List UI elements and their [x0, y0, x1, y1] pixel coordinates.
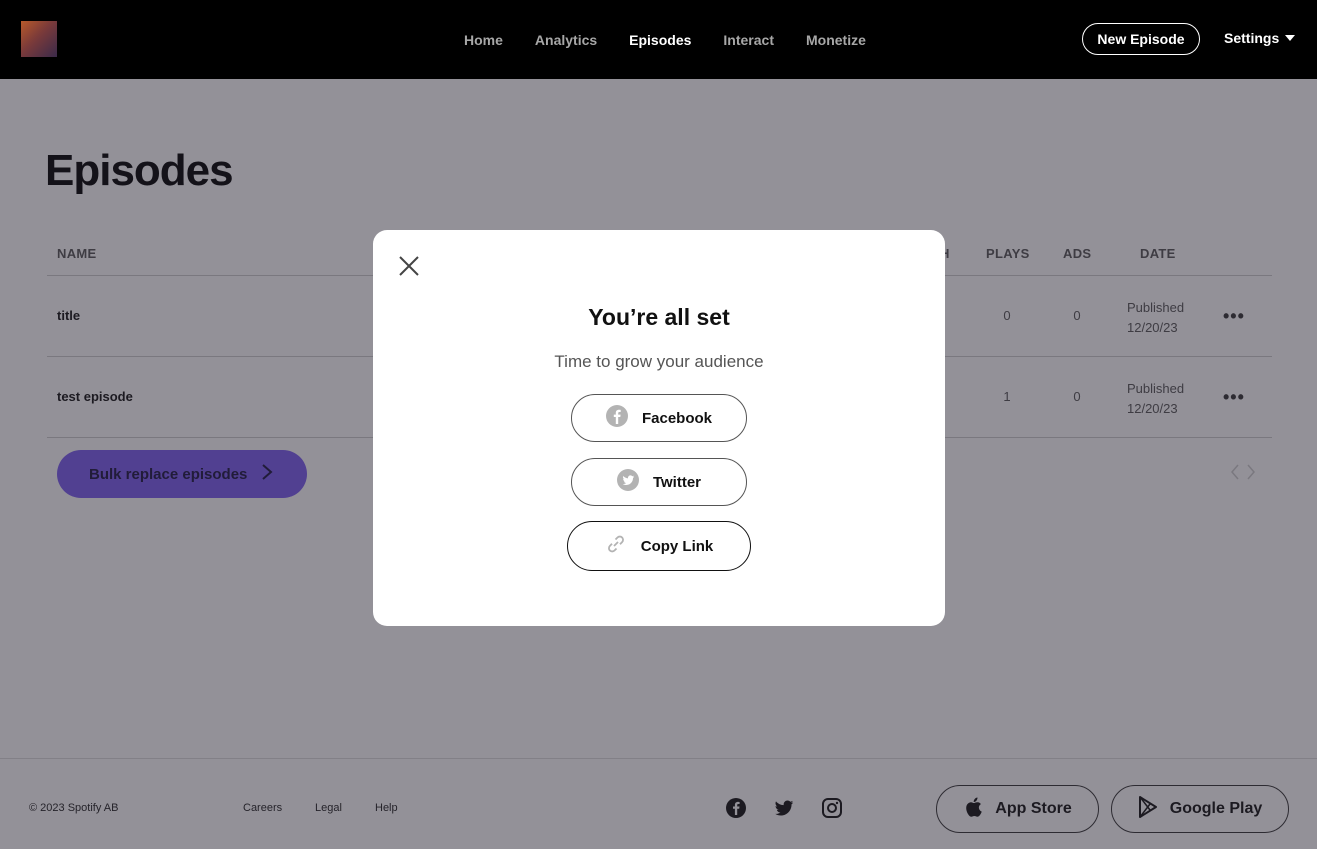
share-twitter-label: Twitter — [652, 473, 702, 491]
nav-home[interactable]: Home — [448, 32, 519, 48]
modal-title: You’re all set — [588, 304, 730, 330]
caret-down-icon — [1285, 35, 1296, 41]
settings-label: Settings — [1224, 30, 1280, 46]
podcast-cover-logo[interactable] — [21, 21, 57, 57]
nav-analytics[interactable]: Analytics — [519, 32, 613, 48]
top-navigation-bar: Home Analytics Episodes Interact Monetiz… — [0, 0, 1317, 79]
share-twitter-button[interactable]: Twitter — [571, 458, 747, 506]
settings-menu[interactable]: Settings — [1224, 30, 1296, 46]
modal-subtitle: Time to grow your audience — [554, 352, 764, 371]
nav-interact[interactable]: Interact — [707, 32, 790, 48]
share-facebook-label: Facebook — [641, 409, 713, 427]
copy-link-button[interactable]: Copy Link — [567, 521, 751, 571]
nav-episodes[interactable]: Episodes — [613, 32, 707, 48]
twitter-icon — [616, 469, 639, 495]
new-episode-button[interactable]: New Episode — [1082, 23, 1200, 55]
share-modal: You’re all set Time to grow your audienc… — [373, 230, 945, 626]
nav-monetize[interactable]: Monetize — [790, 32, 882, 48]
share-facebook-button[interactable]: Facebook — [571, 394, 747, 442]
link-icon — [605, 533, 627, 559]
facebook-icon — [605, 405, 628, 431]
copy-link-label: Copy Link — [640, 537, 714, 555]
close-icon[interactable] — [397, 254, 421, 278]
main-nav: Home Analytics Episodes Interact Monetiz… — [448, 0, 882, 79]
